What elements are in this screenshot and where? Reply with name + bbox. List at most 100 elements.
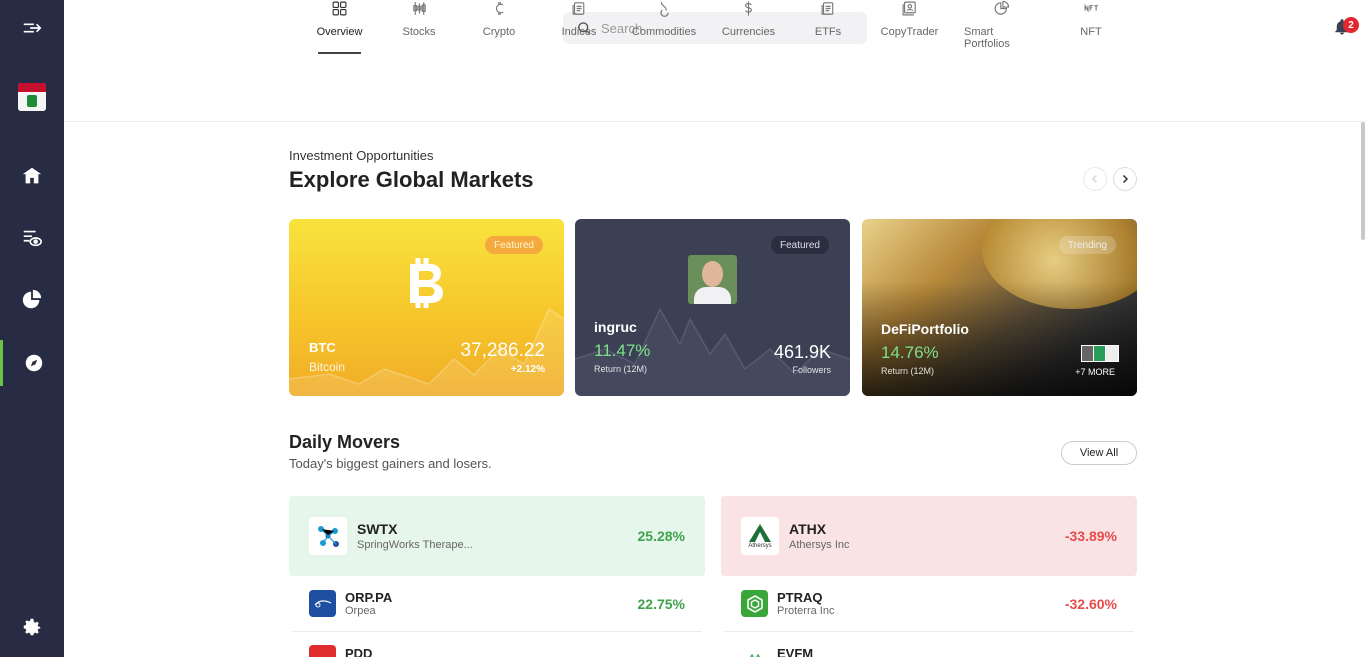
- copytrader-icon: [902, 1, 916, 16]
- tab-label: Stocks: [402, 26, 436, 38]
- commodities-icon: [659, 1, 669, 17]
- tab-commodities[interactable]: Commodities: [631, 0, 697, 52]
- chevron-right-icon: [1122, 174, 1129, 184]
- pie-icon: [994, 0, 1009, 15]
- top-gainer-card[interactable]: SWTX SpringWorks Therape... 25.28%: [289, 496, 705, 576]
- tab-label: Commodities: [631, 26, 697, 38]
- avatar: [18, 83, 46, 111]
- compass-icon: [25, 354, 42, 372]
- tab-currencies[interactable]: Currencies: [721, 0, 776, 52]
- tab-label: ETFs: [814, 26, 842, 38]
- mover-symbol: ORP.PA: [345, 590, 393, 605]
- evofem-logo-icon: [748, 653, 761, 657]
- return-label: Return (12M): [881, 366, 935, 376]
- profile-avatar-button[interactable]: [0, 74, 64, 120]
- featured-card-btc[interactable]: Featured BTC Bitcoin 37,286.22 +2.12%: [289, 219, 564, 396]
- tab-label: Overview: [316, 26, 363, 38]
- tab-label: NFT: [1080, 26, 1102, 38]
- proterra-logo-icon: [746, 594, 763, 613]
- tab-etfs[interactable]: ETFs: [813, 0, 843, 52]
- mover-name: Athersys Inc: [789, 539, 850, 551]
- card-subtitle: Bitcoin: [309, 360, 346, 374]
- bitcoin-icon: [410, 258, 443, 308]
- portfolio-name: DeFiPortfolio: [881, 321, 969, 337]
- section-subtitle: Today's biggest gainers and losers.: [289, 456, 492, 471]
- evfm-logo: [741, 645, 768, 657]
- sidebar-item-home[interactable]: [0, 153, 64, 199]
- home-icon: [22, 167, 42, 184]
- section-title: Daily Movers: [289, 432, 401, 452]
- mover-change: -33.89%: [1064, 528, 1117, 544]
- card-symbol: BTC: [309, 340, 336, 355]
- tab-label: Indices: [561, 26, 597, 38]
- page-scrollbar[interactable]: [1361, 122, 1365, 240]
- card-badge: Featured: [770, 236, 829, 254]
- more-assets-label: +7 MORE: [1075, 367, 1115, 377]
- pie-chart-icon: [22, 289, 42, 309]
- tab-overview[interactable]: Overview: [316, 0, 363, 54]
- mover-name: Orpea: [345, 605, 376, 617]
- gear-icon: [23, 618, 41, 636]
- card-badge: Featured: [484, 236, 543, 254]
- investor-name: ingruc: [594, 319, 637, 335]
- watchlist-eye-icon: [23, 230, 42, 247]
- mover-name: SpringWorks Therape...: [357, 539, 473, 551]
- portfolio-return: 14.76%: [881, 343, 939, 362]
- tab-copytrader[interactable]: CopyTrader: [880, 0, 939, 52]
- carousel-next-button[interactable]: [1113, 167, 1137, 191]
- mover-symbol: PTRAQ: [777, 590, 823, 605]
- tab-nft[interactable]: NFT: [1078, 0, 1104, 52]
- featured-card-investor[interactable]: Featured ingruc 11.47% Return (12M) 461.…: [575, 219, 850, 396]
- followers-label: Followers: [792, 365, 831, 375]
- swtx-logo: [309, 517, 347, 555]
- tab-indices[interactable]: Indices: [562, 0, 596, 52]
- mover-name: Proterra Inc: [777, 605, 835, 617]
- top-loser-card[interactable]: Athersys ATHX Athersys Inc -33.89%: [721, 496, 1137, 576]
- notification-badge: 2: [1343, 17, 1359, 33]
- investor-return: 11.47%: [594, 341, 651, 360]
- featured-card-defi-portfolio[interactable]: Trending DeFiPortfolio 14.76% Return (12…: [862, 219, 1137, 396]
- portfolio-asset-icons: [1081, 345, 1119, 362]
- orpea-logo: [309, 590, 336, 617]
- expand-sidebar-button[interactable]: [0, 5, 64, 51]
- mover-symbol: SWTX: [357, 521, 398, 537]
- athersys-logo-icon: [749, 524, 771, 542]
- expand-arrow-icon: [23, 23, 42, 33]
- sidebar-item-settings[interactable]: [0, 604, 64, 650]
- crypto-icon: [495, 2, 503, 15]
- tab-crypto[interactable]: Crypto: [483, 0, 515, 52]
- card-badge: Trending: [1058, 236, 1116, 254]
- sidebar-item-watchlist[interactable]: [0, 215, 64, 261]
- springworks-logo-icon: [318, 526, 339, 547]
- loser-row[interactable]: EVFM: [724, 632, 1134, 657]
- tab-smart-portfolios[interactable]: Smart Portfolios: [964, 0, 1038, 52]
- candles-icon: [412, 2, 426, 15]
- gainer-row[interactable]: ORP.PA Orpea 22.75%: [292, 576, 702, 632]
- return-label: Return (12M): [594, 364, 648, 374]
- carousel-prev-button[interactable]: [1083, 167, 1107, 191]
- chevron-left-icon: [1091, 174, 1098, 184]
- athx-logo: Athersys: [741, 517, 779, 555]
- tab-label: Smart Portfolios: [964, 26, 1010, 50]
- ptraq-logo: [741, 590, 768, 617]
- view-all-button[interactable]: View All: [1061, 441, 1137, 465]
- sidebar-item-discover[interactable]: [0, 340, 64, 386]
- dollar-icon: [745, 1, 752, 16]
- page-title: Explore Global Markets: [289, 167, 534, 192]
- sidebar-item-portfolio[interactable]: [0, 277, 64, 323]
- pdd-logo: [309, 645, 336, 657]
- orpea-logo-icon: [314, 599, 331, 607]
- grid-icon: [332, 1, 347, 16]
- tabs-divider: [64, 121, 1366, 122]
- tab-label: Currencies: [721, 26, 776, 38]
- mover-change: 25.28%: [637, 528, 685, 544]
- investor-avatar: [688, 255, 737, 304]
- tab-label: CopyTrader: [880, 26, 939, 38]
- loser-row[interactable]: PTRAQ Proterra Inc -32.60%: [724, 576, 1134, 632]
- gainer-row[interactable]: PDD: [292, 632, 702, 657]
- mover-symbol: EVFM: [777, 646, 814, 657]
- mover-symbol: PDD: [345, 646, 373, 657]
- tab-stocks[interactable]: Stocks: [402, 0, 436, 52]
- investor-followers: 461.9K: [773, 342, 831, 362]
- nft-icon: [1084, 3, 1098, 13]
